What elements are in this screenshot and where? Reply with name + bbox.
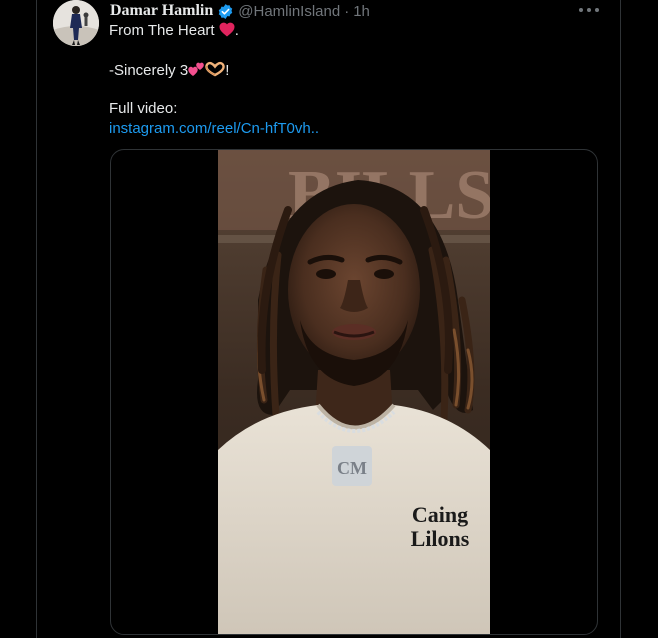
tweet-text-line-2: -Sincerely 3 ! (109, 61, 229, 83)
timeline-divider-left (36, 0, 37, 638)
separator-dot: · (344, 2, 350, 20)
timestamp[interactable]: 1h (353, 3, 370, 20)
shirt-text-line-2: Lilons (411, 526, 470, 551)
author-handle[interactable]: @HamlinIsland (238, 3, 340, 20)
avatar[interactable] (53, 0, 99, 46)
tweet-link[interactable]: instagram.com/reel/Cn-hfT0vh.. (109, 119, 319, 139)
author-name[interactable]: Damar Hamlin (110, 2, 213, 20)
tweet-text-sincerely: -Sincerely 3 (109, 62, 189, 79)
verified-badge-icon (217, 3, 234, 20)
timeline-divider-right (620, 0, 621, 638)
tweet-text-exclamation: ! (225, 62, 230, 79)
tweet-header: Damar Hamlin @HamlinIsland · 1h (110, 0, 370, 22)
pendant-text: CM (337, 458, 367, 478)
shirt-text-line-1: Caing (412, 502, 468, 527)
two-hearts-icon (188, 61, 205, 83)
tweet-text-line-3: Full video: (109, 100, 178, 117)
red-heart-icon (219, 22, 235, 43)
tweet-text-period: . (234, 22, 239, 39)
video-player[interactable]: BILLS (218, 150, 490, 634)
tweet-text-heart-prefix: From The Heart (109, 22, 215, 39)
more-options-icon[interactable] (579, 3, 599, 17)
media-container[interactable]: BILLS (110, 149, 598, 635)
tweet-text-line-1: From The Heart . (109, 21, 239, 43)
heart-hands-icon (205, 61, 225, 83)
tweet-card[interactable]: Damar Hamlin @HamlinIsland · 1h From The… (0, 0, 658, 638)
